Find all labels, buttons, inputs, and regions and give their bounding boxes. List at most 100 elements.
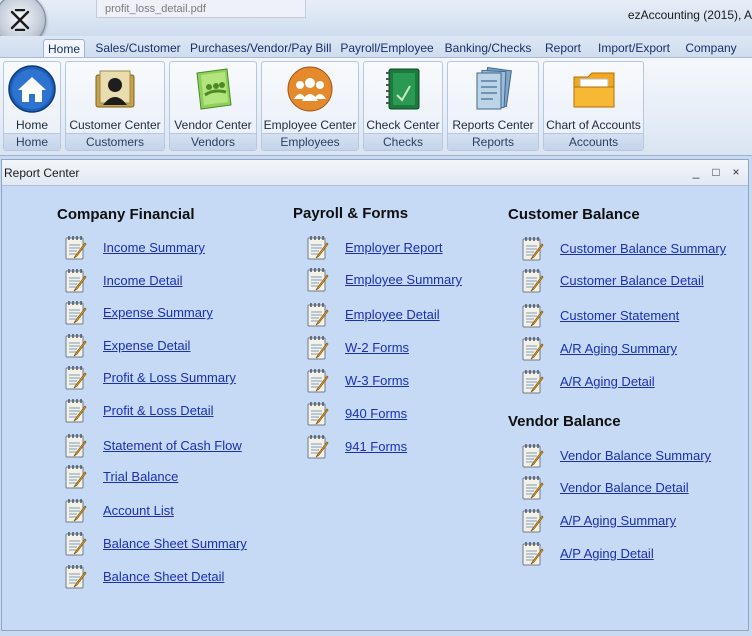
minimize-button[interactable]: _ [688, 163, 704, 181]
report-notepad-icon [521, 268, 545, 297]
group-label-home: Home [4, 133, 60, 150]
report-notepad-icon [64, 464, 88, 493]
ar-aging-summary-link[interactable]: A/R Aging Summary [560, 341, 677, 356]
report-notepad-icon [64, 398, 88, 427]
home-button[interactable]: Home [4, 118, 60, 132]
tab-report[interactable]: Report [541, 39, 585, 58]
w3-forms-link[interactable]: W-3 Forms [345, 373, 409, 388]
tab-banking-checks[interactable]: Banking/Checks [443, 39, 533, 58]
expense-summary-link[interactable]: Expense Summary [103, 305, 213, 320]
tab-sales-customer[interactable]: Sales/Customer [92, 39, 184, 58]
group-label-employees: Employees [262, 133, 358, 150]
report-notepad-icon [306, 335, 330, 364]
report-notepad-icon [306, 368, 330, 397]
accounts-folder-icon [570, 65, 618, 113]
section-title-payroll-forms: Payroll & Forms [293, 205, 409, 222]
report-notepad-icon [521, 541, 545, 570]
ribbon-group-customers: Customer Center Customers [65, 61, 165, 151]
employee-center-button[interactable]: Employee Center [262, 118, 358, 132]
statement-cash-flow-link[interactable]: Statement of Cash Flow [103, 438, 242, 453]
customer-balance-summary-link[interactable]: Customer Balance Summary [560, 241, 726, 256]
reports-binder-icon [469, 65, 517, 113]
profit-loss-summary-link[interactable]: Profit & Loss Summary [103, 370, 236, 385]
tab-company[interactable]: Company [682, 39, 740, 58]
balance-sheet-summary-link[interactable]: Balance Sheet Summary [103, 536, 247, 551]
report-notepad-icon [306, 434, 330, 463]
ribbon-group-checks: Check Center Checks [363, 61, 443, 151]
app-logo-icon [10, 9, 30, 31]
ap-aging-summary-link[interactable]: A/P Aging Summary [560, 513, 676, 528]
w2-forms-link[interactable]: W-2 Forms [345, 340, 409, 355]
form-941-link[interactable]: 941 Forms [345, 439, 407, 454]
report-notepad-icon [306, 401, 330, 430]
ribbon-group-employees: Employee Center Employees [261, 61, 359, 151]
income-detail-link[interactable]: Income Detail [103, 273, 182, 288]
report-notepad-icon [64, 531, 88, 560]
window-title: Report Center [4, 166, 80, 180]
income-summary-link[interactable]: Income Summary [103, 240, 205, 255]
ribbon-tab-strip: Home Sales/Customer Purchases/Vendor/Pay… [0, 36, 752, 58]
tab-home[interactable]: Home [43, 39, 85, 58]
report-notepad-icon [521, 475, 545, 504]
group-label-vendors: Vendors [170, 133, 256, 150]
customer-center-button[interactable]: Customer Center [66, 118, 164, 132]
chart-of-accounts-button[interactable]: Chart of Accounts [544, 118, 643, 132]
expense-detail-link[interactable]: Expense Detail [103, 338, 190, 353]
employer-report-link[interactable]: Employer Report [345, 240, 443, 255]
balance-sheet-detail-link[interactable]: Balance Sheet Detail [103, 569, 224, 584]
app-title: ezAccounting (2015), A [627, 8, 752, 22]
customer-balance-detail-link[interactable]: Customer Balance Detail [560, 273, 704, 288]
customer-statement-link[interactable]: Customer Statement [560, 308, 679, 323]
form-940-link[interactable]: 940 Forms [345, 406, 407, 421]
account-list-link[interactable]: Account List [103, 503, 174, 518]
report-notepad-icon [306, 235, 330, 264]
vendor-balance-detail-link[interactable]: Vendor Balance Detail [560, 480, 689, 495]
vendor-center-button[interactable]: Vendor Center [170, 118, 256, 132]
report-notepad-icon [64, 498, 88, 527]
title-bar: profit_loss_detail.pdf ezAccounting (201… [0, 0, 752, 36]
employee-summary-link[interactable]: Employee Summary [345, 272, 462, 287]
profit-loss-detail-link[interactable]: Profit & Loss Detail [103, 403, 214, 418]
tab-purchases-vendor[interactable]: Purchases/Vendor/Pay Bill [190, 39, 331, 58]
tab-payroll-employee[interactable]: Payroll/Employee [338, 39, 436, 58]
report-notepad-icon [521, 443, 545, 472]
house-icon [8, 65, 56, 113]
vendor-book-icon [189, 65, 237, 113]
ribbon-panel: Home Home Customer Center Customers Vend… [0, 57, 752, 156]
report-notepad-icon [64, 235, 88, 264]
report-notepad-icon [64, 300, 88, 329]
window-caption-bar: Report Center _ □ × [2, 160, 748, 186]
vendor-balance-summary-link[interactable]: Vendor Balance Summary [560, 448, 711, 463]
trial-balance-link[interactable]: Trial Balance [103, 469, 178, 484]
report-notepad-icon [306, 267, 330, 296]
report-notepad-icon [64, 333, 88, 362]
tab-import-export[interactable]: Import/Export [593, 39, 675, 58]
ribbon-group-accounts: Chart of Accounts Accounts [543, 61, 644, 151]
group-label-checks: Checks [364, 133, 442, 150]
report-notepad-icon [64, 365, 88, 394]
report-notepad-icon [521, 369, 545, 398]
ribbon-group-reports: Reports Center Reports [447, 61, 539, 151]
employees-icon [286, 65, 334, 113]
report-notepad-icon [521, 303, 545, 332]
reports-center-button[interactable]: Reports Center [448, 118, 538, 132]
report-notepad-icon [521, 336, 545, 365]
ribbon-group-home: Home Home [3, 61, 61, 151]
section-title-customer-balance: Customer Balance [508, 206, 640, 223]
customer-folder-icon [91, 65, 139, 113]
report-notepad-icon [64, 433, 88, 462]
maximize-button[interactable]: □ [708, 163, 724, 181]
report-notepad-icon [521, 236, 545, 265]
ap-aging-detail-link[interactable]: A/P Aging Detail [560, 546, 654, 561]
group-label-reports: Reports [448, 133, 538, 150]
ar-aging-detail-link[interactable]: A/R Aging Detail [560, 374, 655, 389]
checkbook-icon [379, 65, 427, 113]
close-button[interactable]: × [728, 163, 744, 181]
ribbon-group-vendors: Vendor Center Vendors [169, 61, 257, 151]
report-center-window: Report Center _ □ × Company Financial Pa… [1, 159, 749, 631]
group-label-accounts: Accounts [544, 133, 643, 150]
section-title-vendor-balance: Vendor Balance [508, 413, 621, 430]
document-tab[interactable]: profit_loss_detail.pdf [96, 0, 306, 18]
check-center-button[interactable]: Check Center [364, 118, 442, 132]
employee-detail-link[interactable]: Employee Detail [345, 307, 440, 322]
